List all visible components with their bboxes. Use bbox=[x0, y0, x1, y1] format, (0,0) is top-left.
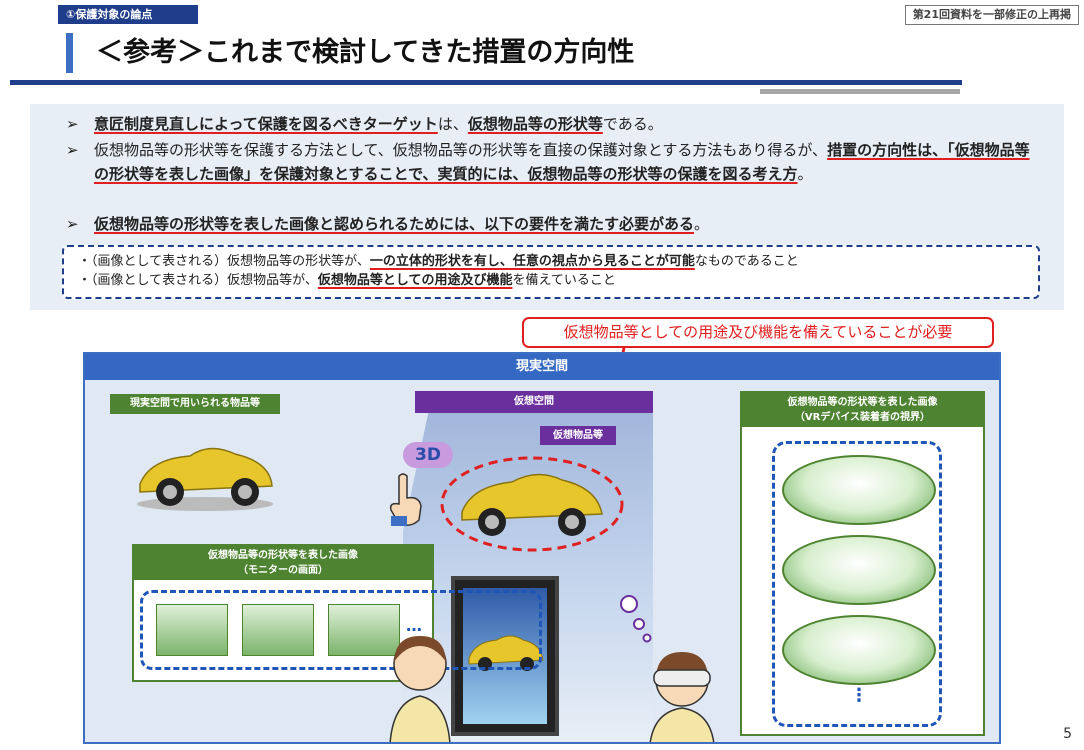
woman-viewer-icon bbox=[389, 636, 451, 742]
requirement-callout: 仮想物品等としての用途及び機能を備えていることが必要 bbox=[522, 317, 994, 348]
arrow-bullet-icon: ➢ bbox=[66, 141, 79, 159]
monitor-images-label: 仮想物品等の形状等を表した画像 （モニターの画面） bbox=[134, 546, 432, 580]
vr-view-panel: 仮想物品等の形状等を表した画像 （VRデバイス装着者の視界） ⋮ bbox=[740, 391, 985, 736]
arrow-bullet-icon: ➢ bbox=[66, 215, 79, 233]
title-rule-secondary bbox=[760, 89, 960, 94]
real-car-image bbox=[137, 447, 273, 511]
section-tag: ①保護対象の論点 bbox=[58, 5, 198, 24]
requirement-1: ・（画像として表される）仮想物品等の形状等が、一の立体的形状を有し、任意の視点か… bbox=[78, 254, 799, 269]
virtual-car-image bbox=[440, 456, 624, 552]
thumbnail-2 bbox=[242, 604, 314, 656]
vr-view-2 bbox=[782, 535, 936, 605]
virtual-shape-text: 仮想物品等の形状等 bbox=[467, 115, 603, 133]
vr-view-3 bbox=[782, 615, 936, 685]
panel-title: 現実空間 bbox=[85, 354, 999, 380]
page-title: ＜参考＞これまで検討してきた措置の方向性 bbox=[96, 37, 635, 68]
target-text: 意匠制度見直しによって保護を図るべきターゲット bbox=[94, 115, 438, 133]
real-item-label: 現実空間で用いられる物品等 bbox=[110, 394, 280, 414]
thumbnail-1 bbox=[156, 604, 228, 656]
title-accent-bar bbox=[66, 33, 73, 73]
requirement-lead-text: 仮想物品等の形状等を表した画像と認められるためには、以下の要件を満たす必要がある bbox=[94, 215, 695, 233]
virtual-space-label: 仮想空間 bbox=[415, 391, 653, 413]
arrow-bullet-icon: ➢ bbox=[66, 115, 79, 133]
vr-view-label: 仮想物品等の形状等を表した画像 （VRデバイス装着者の視界） bbox=[742, 393, 983, 427]
page-number: 5 bbox=[1063, 726, 1072, 742]
pointing-hand-icon bbox=[389, 473, 422, 527]
requirement-2: ・（画像として表される）仮想物品等が、仮想物品等としての用途及び機能を備えている… bbox=[78, 273, 616, 288]
diagram-panel: 現実空間 現実空間で用いられる物品等 仮想空間 仮想物品等 3D 仮想物品等の形… bbox=[83, 352, 1001, 744]
reprint-badge: 第21回資料を一部修正の上再掲 bbox=[904, 5, 1079, 25]
vr-view-1 bbox=[782, 455, 936, 525]
requirements-box: ・（画像として表される）仮想物品等の形状等が、一の立体的形状を有し、任意の視点か… bbox=[62, 245, 1040, 299]
title-rule bbox=[10, 80, 962, 85]
vr-user-icon bbox=[649, 652, 715, 742]
more-views-ellipsis: ⋮ bbox=[850, 685, 868, 706]
virtual-object-label: 仮想物品等 bbox=[540, 426, 616, 445]
thought-bubbles bbox=[620, 595, 652, 643]
